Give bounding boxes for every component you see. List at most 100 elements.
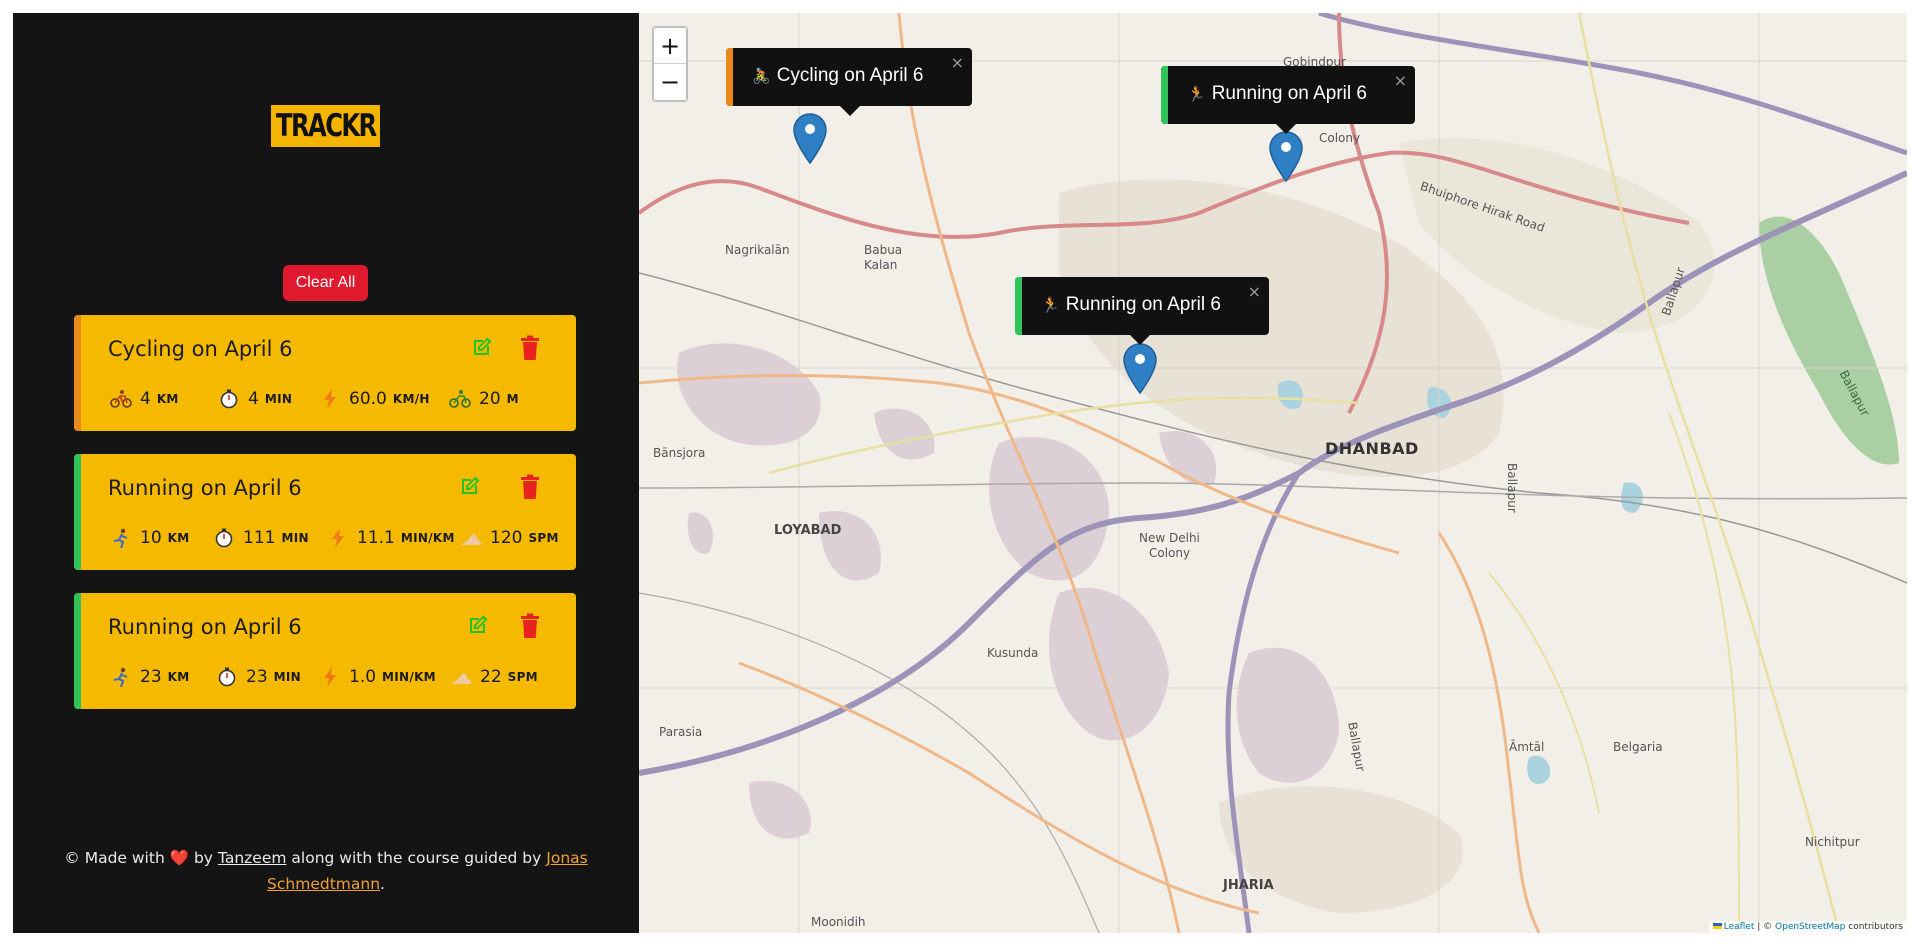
workout-title: Cycling on April 6 (108, 337, 293, 361)
lightning-icon (324, 389, 336, 409)
stat-unit: M (506, 392, 519, 406)
zoom-in-button[interactable]: + (654, 28, 686, 64)
workout-card-running[interactable]: Running on April 6 23 KM 23 MIN 1.0 MIN/… (74, 593, 576, 709)
stat-value: 4 (140, 389, 151, 409)
footer-prefix: © Made with (64, 849, 165, 867)
stopwatch-icon (218, 667, 236, 687)
popup-type-bar (726, 48, 733, 106)
workout-popup-cycling[interactable]: 🚴 Cycling on April 6 × (726, 48, 972, 116)
map-label-moonidih: Moonidih (811, 915, 866, 929)
stat-unit: SPM (528, 531, 559, 545)
close-icon[interactable]: × (1248, 282, 1261, 301)
flag-icon (1712, 923, 1722, 929)
close-icon[interactable]: × (951, 53, 964, 72)
stat-value: 120 (490, 528, 523, 548)
trash-icon[interactable] (518, 335, 542, 361)
stat-cadence: 22 SPM (450, 667, 538, 687)
map-label-kusunda: Kusunda (987, 646, 1039, 660)
map-pin-icon[interactable] (1269, 131, 1303, 183)
popup-type-bar (1015, 277, 1022, 335)
stat-unit: KM (156, 392, 179, 406)
stat-unit: SPM (507, 670, 538, 684)
map-label-nagrikalan: Nagrikalān (725, 243, 790, 257)
runner-icon: 🏃 (1041, 297, 1060, 314)
map[interactable]: Nagrikalān Babua Kalan Bānsjora LOYABAD … (639, 13, 1907, 933)
trash-icon[interactable] (518, 474, 542, 500)
workout-stats: 10 KM 111 MIN 11.1 MIN/KM 120 SPM (110, 528, 559, 548)
stat-unit: MIN (264, 392, 293, 406)
workout-card-cycling[interactable]: Cycling on April 6 4 KM 4 MIN 60.0 KM/H (74, 315, 576, 431)
trackr-logo: TRACKR (271, 105, 380, 147)
stat-value: 60.0 (349, 389, 387, 409)
heart-icon: ❤️ (169, 849, 190, 867)
map-pin-icon[interactable] (1123, 343, 1157, 395)
footprint-icon (452, 673, 471, 684)
popup-text: 🚴 Cycling on April 6 (752, 65, 923, 87)
attribution-contributors: contributors (1845, 922, 1903, 932)
leaflet-link[interactable]: Leaflet (1724, 922, 1755, 932)
close-icon[interactable]: × (1394, 71, 1407, 90)
mentor-link-first[interactable]: Jonas (546, 849, 587, 867)
stat-distance: 23 KM (110, 667, 216, 687)
map-label-babua: Babua (864, 243, 903, 257)
popup-label: Running on April 6 (1065, 294, 1221, 315)
edit-icon[interactable] (470, 335, 494, 359)
edit-icon[interactable] (466, 613, 490, 637)
workout-card-running[interactable]: Running on April 6 10 KM 111 MIN 11.1 MI… (74, 454, 576, 570)
popup-tip (1129, 334, 1151, 345)
stat-unit: KM (167, 670, 190, 684)
runner-icon (113, 528, 128, 548)
workout-stats: 23 KM 23 MIN 1.0 MIN/KM 22 SPM (110, 667, 538, 687)
stat-value: 1.0 (349, 667, 377, 687)
clear-all-button[interactable]: Clear All (283, 265, 368, 301)
map-label-nichitpur: Nichitpur (1805, 835, 1860, 849)
map-pin-icon[interactable] (793, 113, 827, 165)
stat-pace: 11.1 MIN/KM (327, 528, 460, 548)
stat-unit: MIN (281, 531, 309, 545)
stat-unit: KM/H (392, 392, 430, 406)
sidebar: TRACKR Clear All Cycling on April 6 4 KM… (13, 13, 639, 933)
stat-speed: 60.0 KM/H (319, 389, 449, 409)
stat-distance: 4 KM (110, 389, 218, 409)
workout-popup-running[interactable]: 🏃 Running on April 6 × (1015, 277, 1269, 345)
popup-text: 🏃 Running on April 6 (1041, 294, 1221, 316)
stat-duration: 23 MIN (216, 667, 319, 687)
workout-title: Running on April 6 (108, 615, 302, 639)
stat-unit: MIN/KM (382, 670, 436, 684)
zoom-out-button[interactable]: − (654, 64, 686, 100)
popup-type-bar (1161, 66, 1168, 124)
stat-value: 23 (246, 667, 268, 687)
stat-duration: 111 MIN (213, 528, 327, 548)
attribution-separator: | © (1754, 922, 1776, 932)
map-label-new-delhi-colony: Colony (1149, 546, 1191, 560)
popup-tip (1275, 123, 1297, 134)
map-label-parasia: Parasia (659, 725, 703, 739)
lightning-icon (324, 667, 336, 687)
stat-distance: 10 KM (110, 528, 213, 548)
workout-popup-running[interactable]: 🏃 Running on April 6 × (1161, 66, 1415, 134)
map-label-loyabad: LOYABAD (774, 523, 842, 538)
edit-icon[interactable] (458, 474, 482, 498)
stat-cadence: 120 SPM (460, 528, 559, 548)
runner-icon: 🏃 (1187, 86, 1206, 103)
stat-value: 20 (479, 389, 501, 409)
app-container: TRACKR Clear All Cycling on April 6 4 KM… (13, 13, 1907, 933)
stat-value: 4 (248, 389, 259, 409)
mentor-link-last[interactable]: Schmedtmann (267, 875, 380, 893)
map-label-ballapur: Ballapur (1505, 463, 1519, 513)
trash-icon[interactable] (518, 613, 542, 639)
popup-text: 🏃 Running on April 6 (1187, 83, 1367, 105)
footer-by: by (193, 849, 213, 867)
stopwatch-icon (215, 528, 233, 548)
workout-type-bar (74, 454, 81, 570)
map-label-colony: Colony (1319, 131, 1361, 145)
popup-label: Cycling on April 6 (776, 65, 924, 86)
popup-tip (839, 105, 861, 116)
zoom-control: + − (652, 26, 688, 102)
author-link[interactable]: Tanzeem (218, 849, 287, 867)
map-label-belgaria: Belgaria (1613, 740, 1663, 754)
osm-link[interactable]: OpenStreetMap (1775, 922, 1845, 932)
footer-suffix: . (380, 875, 385, 893)
workout-stats: 4 KM 4 MIN 60.0 KM/H 20 M (110, 389, 519, 409)
footer-middle: along with the course guided by (291, 849, 542, 867)
